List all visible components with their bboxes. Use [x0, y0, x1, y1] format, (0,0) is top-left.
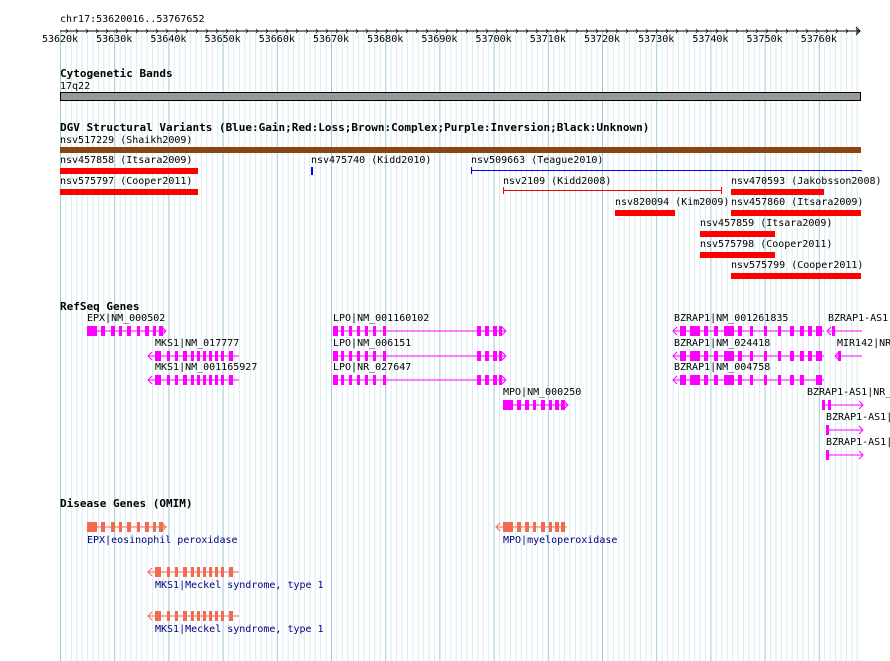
gene-glyph[interactable] — [818, 399, 866, 411]
variant-label: nsv509663 (Teague2010) — [471, 155, 604, 166]
variant-bar-loss[interactable] — [731, 273, 861, 279]
gene-glyph[interactable] — [145, 374, 243, 386]
omim-track-title: Disease Genes (OMIM) — [60, 497, 193, 510]
variant-line-gain[interactable] — [471, 170, 862, 171]
gene-label: LPO|NM_001160102 — [333, 313, 430, 324]
gene-label: MKS1|NM_017777 — [155, 338, 240, 349]
variant-label: nsv457859 (Itsara2009) — [700, 218, 833, 229]
variant-endcap — [471, 167, 472, 174]
gene-glyph[interactable] — [329, 374, 509, 386]
variant-label: nsv575799 (Cooper2011) — [731, 260, 864, 271]
cytoband-track-title: Cytogenetic Bands — [60, 67, 173, 80]
gene-label: BZRAP1-AS1| — [826, 412, 890, 423]
variant-bar-loss[interactable] — [731, 210, 861, 216]
gene-label: EPX|NM_000502 — [87, 313, 166, 324]
variant-label: nsv457858 (Itsara2009) — [60, 155, 193, 166]
variant-line-loss[interactable] — [503, 190, 722, 191]
gene-glyph[interactable] — [822, 424, 866, 436]
ruler-tick-label: 53700k — [475, 34, 512, 45]
omim-gene-label: MKS1|Meckel syndrome, type 1 — [155, 624, 324, 635]
ruler-tick-label: 53620k — [41, 34, 79, 45]
gene-label: LPO|NR_027647 — [333, 362, 412, 373]
ruler-tick-label: 53630k — [96, 34, 133, 45]
ruler-tick-label: 53680k — [367, 34, 404, 45]
variant-bar-loss[interactable] — [60, 189, 198, 195]
ruler-tick-label: 53730k — [638, 34, 675, 45]
variant-label: nsv575798 (Cooper2011) — [700, 239, 833, 250]
ruler-tick-label: 53660k — [258, 34, 295, 45]
gene-label: BZRAP1-AS1|NR_ — [807, 387, 890, 398]
gene-glyph[interactable] — [499, 399, 571, 411]
variant-label: nsv575797 (Cooper2011) — [60, 176, 193, 187]
variant-label: nsv2109 (Kidd2008) — [503, 176, 612, 187]
cytoband-bar[interactable] — [60, 92, 861, 101]
omim-gene-glyph[interactable] — [145, 566, 243, 578]
variant-bar-loss[interactable] — [700, 231, 775, 237]
gene-glyph[interactable] — [329, 350, 509, 362]
omim-gene-glyph[interactable] — [145, 610, 243, 622]
gene-glyph[interactable] — [329, 325, 509, 337]
variant-label: nsv475740 (Kidd2010) — [311, 155, 432, 166]
gene-glyph[interactable] — [145, 350, 243, 362]
gene-glyph[interactable] — [824, 325, 866, 337]
gene-glyph[interactable] — [670, 350, 828, 362]
gene-glyph[interactable] — [832, 350, 866, 362]
variant-endcap — [503, 187, 504, 194]
ruler-tick-label: 53650k — [204, 34, 241, 45]
variant-bar-loss[interactable] — [615, 210, 675, 216]
omim-gene-label: EPX|eosinophil peroxidase — [87, 535, 238, 546]
variant-bar-loss[interactable] — [700, 252, 775, 258]
gene-label: BZRAP1|NM_001261835 — [674, 313, 789, 324]
gene-label: BZRAP1-AS1 — [828, 313, 889, 324]
gene-label: BZRAP1-AS1| — [826, 437, 890, 448]
variant-bar-loss[interactable] — [731, 189, 824, 195]
omim-gene-glyph[interactable] — [493, 521, 571, 533]
ruler-tick-label: 53670k — [312, 34, 350, 45]
gene-glyph[interactable] — [670, 325, 828, 337]
gene-label: LPO|NM_006151 — [333, 338, 412, 349]
gene-glyph[interactable] — [670, 374, 828, 386]
genome-browser-view: chr17:53620016..53767652 53620k 53630k 536… — [0, 0, 890, 661]
ruler-tick-label: 53640k — [150, 34, 187, 45]
gene-glyph[interactable] — [83, 325, 169, 337]
omim-gene-label: MKS1|Meckel syndrome, type 1 — [155, 580, 324, 591]
variant-bar-loss[interactable] — [60, 168, 198, 174]
omim-gene-glyph[interactable] — [83, 521, 169, 533]
ruler-tick-label: 53690k — [421, 34, 458, 45]
variant-bar-gain[interactable] — [311, 167, 313, 175]
gene-label: BZRAP1|NM_004758 — [674, 362, 771, 373]
variant-label: nsv517229 (Shaikh2009) — [60, 135, 193, 146]
gene-label: MKS1|NM_001165927 — [155, 362, 258, 373]
ruler-tick-label: 53720k — [583, 34, 621, 45]
ruler-tick-label: 53750k — [746, 34, 783, 45]
variant-label: nsv470593 (Jakobsson2008) — [731, 176, 882, 187]
ruler-tick-label: 53710k — [529, 34, 566, 45]
omim-gene-label: MPO|myeloperoxidase — [503, 535, 618, 546]
refseq-track-title: RefSeq Genes — [60, 300, 140, 313]
dgv-track-title: DGV Structural Variants (Blue:Gain;Red:L… — [60, 121, 650, 134]
ruler-tick-label: 53740k — [692, 34, 729, 45]
variant-label: nsv457860 (Itsara2009) — [731, 197, 864, 208]
gene-label: BZRAP1|NM_024418 — [674, 338, 771, 349]
gene-glyph[interactable] — [822, 449, 866, 461]
gene-label: MIR142|NR — [837, 338, 890, 349]
ruler-tick-label: 53760k — [800, 34, 837, 45]
ruler-title: chr17:53620016..53767652 — [60, 14, 205, 25]
variant-endcap — [721, 187, 722, 194]
variant-bar-complex[interactable] — [60, 147, 861, 153]
gene-label: MPO|NM_000250 — [503, 387, 582, 398]
variant-label: nsv820094 (Kim2009) — [615, 197, 730, 208]
